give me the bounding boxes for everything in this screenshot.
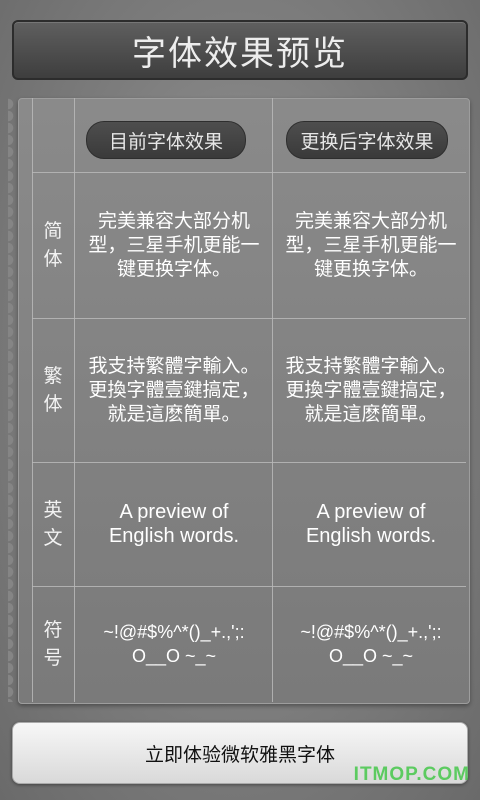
row-label-english: 英 文 [43, 499, 63, 549]
watermark-logo: ITMOP.COM [353, 764, 470, 785]
grid-line [74, 98, 75, 702]
preview-replaced-simplified: 完美兼容大部分机型，三星手机更能一键更换字体。 [285, 210, 457, 280]
preview-current-english: A preview of English words. [108, 501, 240, 547]
preview-replaced-symbols: ~!@#$%^*()_+.,';: O__O ~_~ [300, 622, 442, 666]
preview-replaced-english: A preview of English words. [305, 501, 437, 547]
preview-current-symbols: ~!@#$%^*()_+.,';: O__O ~_~ [103, 622, 245, 666]
row-label-simplified: 简 体 [43, 220, 63, 270]
column-header-current: 目前字体效果 [86, 121, 246, 159]
perforated-edge [8, 98, 28, 702]
grid-line [272, 98, 273, 702]
row-label-symbols: 符 号 [43, 619, 63, 669]
page-title: 字体效果预览 [132, 33, 348, 74]
column-header-replaced: 更换后字体效果 [286, 121, 448, 159]
header-bar: 字体效果预览 [12, 20, 468, 80]
preview-current-simplified: 完美兼容大部分机型，三星手机更能一键更换字体。 [88, 210, 260, 280]
preview-current-traditional: 我支持繁體字輸入。更換字體壹鍵搞定，就是這麽簡單。 [88, 355, 260, 425]
preview-replaced-traditional: 我支持繁體字輸入。更換字體壹鍵搞定，就是這麽簡單。 [285, 355, 457, 425]
row-label-traditional: 繁 体 [43, 365, 63, 415]
